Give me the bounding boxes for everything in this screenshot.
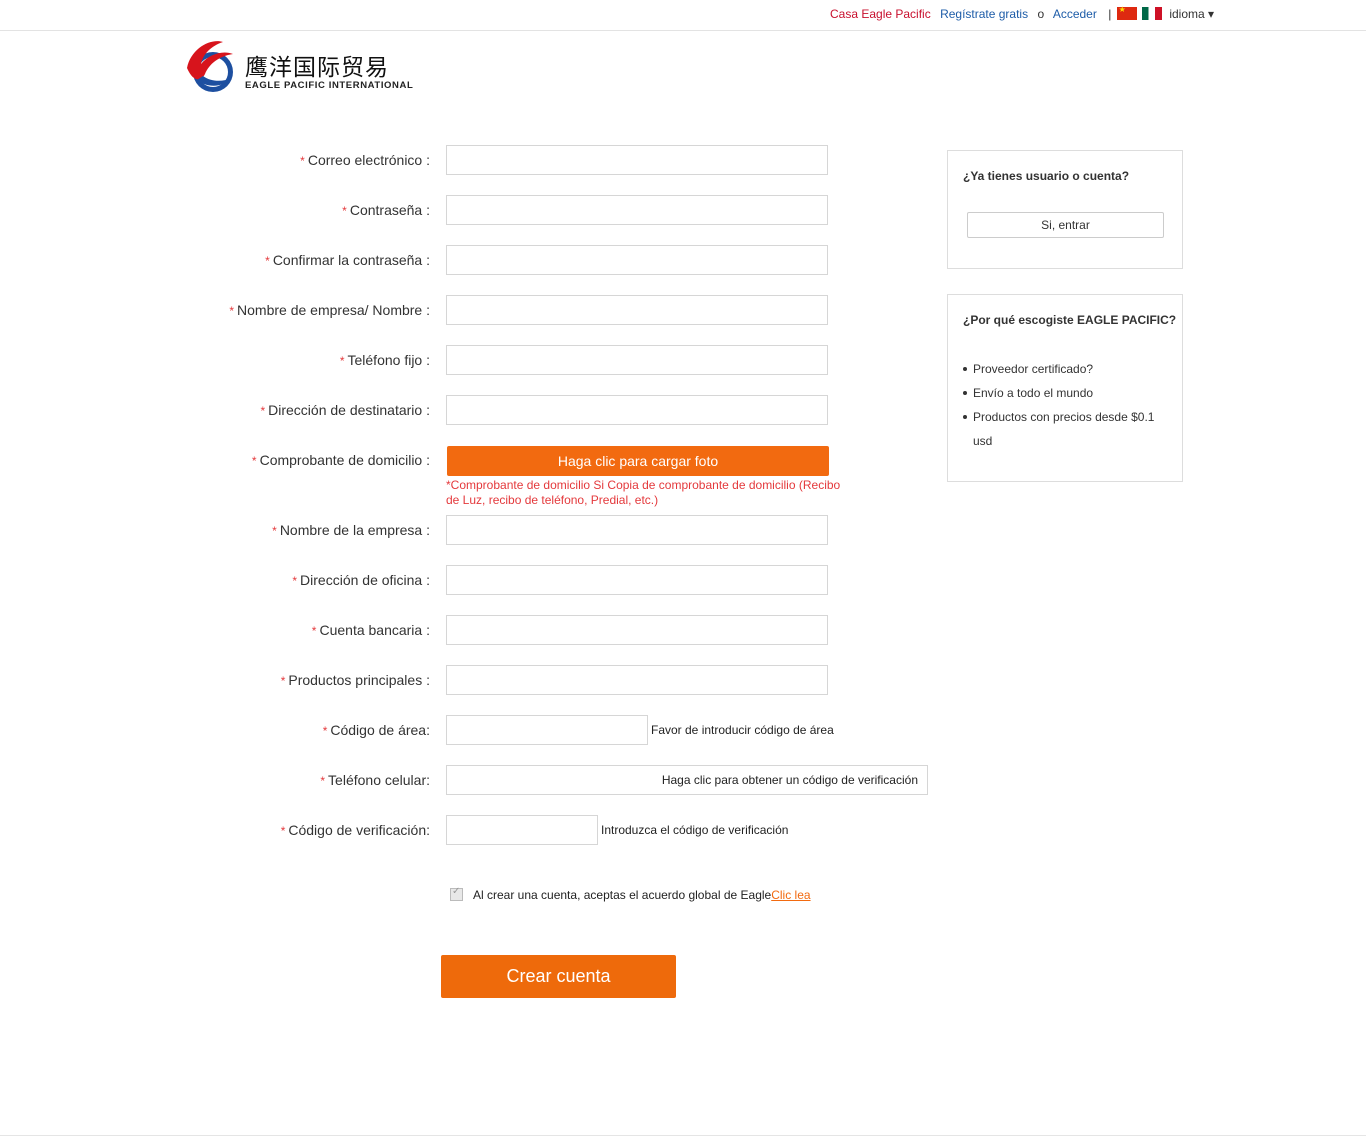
recipient-address-field[interactable] — [446, 395, 828, 425]
company-name-label: * Nombre de la empresa : — [272, 522, 430, 538]
reasons-list: Proveedor certificado? Envío a todo el m… — [963, 357, 1173, 453]
list-item: Productos con precios desde $0.1 usd — [963, 405, 1173, 453]
confirm-password-label: * Confirmar la contraseña : — [265, 252, 430, 268]
agreement-text: Al crear una cuenta, aceptas el acuerdo … — [473, 888, 772, 902]
top-links: Casa Eagle Pacific Regístrate gratis o A… — [830, 5, 1214, 21]
sign-in-button[interactable]: Si, entrar — [967, 212, 1164, 238]
separator: | — [1108, 7, 1112, 21]
main-products-field[interactable] — [446, 665, 828, 695]
existing-account-title: ¿Ya tienes usuario o cuenta? — [963, 169, 1130, 183]
landline-label: * Teléfono fijo : — [339, 352, 430, 368]
mexico-flag-icon[interactable] — [1142, 7, 1162, 20]
create-account-button[interactable]: Crear cuenta — [441, 955, 676, 998]
company-or-name-label: * Nombre de empresa/ Nombre : — [229, 302, 430, 318]
password-field[interactable] — [446, 195, 828, 225]
agreement-checkbox[interactable] — [450, 886, 463, 901]
upload-note: *Comprobante de domicilio Si Copia de co… — [446, 478, 841, 507]
why-choose-title: ¿Por qué escogiste EAGLE PACIFIC? — [963, 313, 1177, 327]
verification-code-hint: Introduzca el código de verificación — [601, 823, 789, 837]
bank-account-field[interactable] — [446, 615, 828, 645]
email-label: * Correo electrónico : — [300, 152, 430, 168]
landline-field[interactable] — [446, 345, 828, 375]
verification-code-label: * Código de verificación: — [280, 822, 430, 838]
why-choose-panel: ¿Por qué escogiste EAGLE PACIFIC? Provee… — [947, 294, 1183, 482]
eagle-logo-icon — [187, 41, 233, 92]
logo-chinese-text: 鹰洋国际贸易 — [245, 55, 389, 81]
existing-account-panel: ¿Ya tienes usuario o cuenta? Si, entrar — [947, 150, 1183, 269]
password-label: * Contraseña : — [342, 202, 430, 218]
get-verification-code-button[interactable]: Haga clic para obtener un código de veri… — [662, 773, 918, 787]
office-address-label: * Dirección de oficina : — [292, 572, 430, 588]
register-link[interactable]: Regístrate gratis — [940, 7, 1028, 21]
agreement-row: Al crear una cuenta, aceptas el acuerdo … — [450, 886, 811, 902]
company-name-field[interactable] — [446, 515, 828, 545]
area-code-label: * Código de área: — [322, 722, 430, 738]
footer-divider — [0, 1135, 1366, 1136]
upload-photo-button[interactable]: Haga clic para cargar foto — [447, 446, 829, 476]
top-bar: Casa Eagle Pacific Regístrate gratis o A… — [0, 0, 1366, 31]
area-code-field[interactable] — [446, 715, 648, 745]
main-products-label: * Productos principales : — [280, 672, 430, 688]
mobile-phone-label: * Teléfono celular: — [320, 772, 430, 788]
proof-of-address-label: * Comprobante de domicilio : — [251, 452, 430, 468]
confirm-password-field[interactable] — [446, 245, 828, 275]
mobile-phone-field[interactable]: Haga clic para obtener un código de veri… — [446, 765, 928, 795]
recipient-address-label: * Dirección de destinatario : — [260, 402, 430, 418]
site-logo[interactable]: 鹰洋国际贸易 EAGLE PACIFIC INTERNATIONAL — [183, 38, 423, 96]
list-item: Proveedor certificado? — [963, 357, 1173, 381]
logo-english-text: EAGLE PACIFIC INTERNATIONAL — [245, 80, 414, 91]
verification-code-field[interactable] — [446, 815, 598, 845]
home-link[interactable]: Casa Eagle Pacific — [830, 7, 931, 21]
agreement-link[interactable]: Clic lea — [771, 888, 810, 902]
list-item: Envío a todo el mundo — [963, 381, 1173, 405]
area-code-hint: Favor de introducir código de área — [651, 723, 834, 737]
or-text: o — [1037, 7, 1045, 21]
company-or-name-field[interactable] — [446, 295, 828, 325]
language-dropdown[interactable]: idioma ▾ — [1169, 7, 1214, 21]
login-link[interactable]: Acceder — [1053, 7, 1097, 21]
bank-account-label: * Cuenta bancaria : — [311, 622, 430, 638]
office-address-field[interactable] — [446, 565, 828, 595]
china-flag-icon[interactable] — [1116, 5, 1137, 20]
email-field[interactable] — [446, 145, 828, 175]
